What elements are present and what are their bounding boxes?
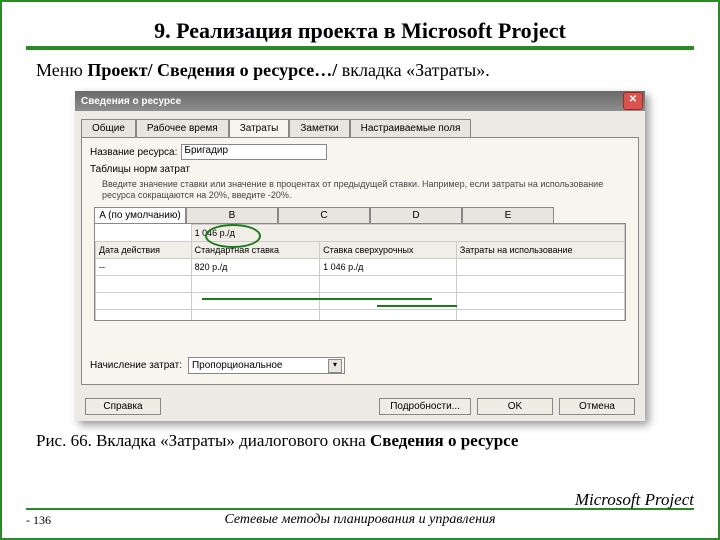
footer-center: Сетевые методы планирования и управления [224, 512, 495, 528]
slide-title: 9. Реализация проекта в Microsoft Projec… [26, 18, 694, 44]
cell[interactable] [320, 292, 457, 309]
rate-tabs: A (по умолчанию) B C D E [94, 207, 630, 223]
slide-subtitle: Меню Проект/ Сведения о ресурсе…/ вкладк… [36, 60, 694, 81]
rate-table[interactable]: 1 046 р./д Дата действия Стандартная ста… [94, 223, 626, 321]
pre-header-cell: 1 046 р./д [191, 224, 624, 241]
accrue-value: Пропорциональное [192, 360, 283, 371]
tab-costs[interactable]: Затраты [229, 119, 290, 137]
cell[interactable] [96, 275, 192, 292]
dialog-button-row: Справка Подробности... OK Отмена [75, 398, 645, 415]
resource-name-input[interactable]: Бригадир [181, 144, 327, 160]
subtitle-prefix: Меню [36, 60, 87, 80]
cell[interactable]: 1 046 р./д [320, 258, 457, 275]
tab-custom-fields[interactable]: Настраиваемые поля [350, 119, 472, 137]
cell[interactable] [191, 275, 320, 292]
cell[interactable]: 820 р./д [191, 258, 320, 275]
rate-tab-b[interactable]: B [186, 207, 278, 223]
cell[interactable] [456, 309, 624, 321]
figure-caption: Рис. 66. Вкладка «Затраты» диалогового о… [36, 431, 694, 451]
tab-general[interactable]: Общие [81, 119, 136, 137]
cell[interactable] [456, 258, 624, 275]
details-button[interactable]: Подробности... [379, 398, 471, 415]
resource-name-label: Название ресурса: [90, 147, 177, 158]
rate-tab-e[interactable]: E [462, 207, 554, 223]
resource-info-dialog: Сведения о ресурсе ✕ Общие Рабочее время… [75, 91, 645, 421]
tab-notes[interactable]: Заметки [289, 119, 349, 137]
cell[interactable] [456, 275, 624, 292]
col-ovt-rate[interactable]: Ставка сверхурочных [320, 241, 457, 258]
cell[interactable] [320, 275, 457, 292]
page-number: - 136 [26, 513, 51, 528]
subtitle-bold: Проект/ Сведения о ресурсе…/ [87, 60, 337, 80]
cancel-button[interactable]: Отмена [559, 398, 635, 415]
close-button[interactable]: ✕ [623, 92, 643, 110]
title-underline [26, 46, 694, 50]
rate-tab-a[interactable]: A (по умолчанию) [94, 207, 186, 223]
dialog-titlebar[interactable]: Сведения о ресурсе ✕ [75, 91, 645, 111]
subtitle-suffix: вкладка «Затраты». [337, 60, 489, 80]
cell[interactable] [456, 292, 624, 309]
rate-tab-d[interactable]: D [370, 207, 462, 223]
cell[interactable]: -- [96, 258, 192, 275]
caption-prefix: Рис. 66. Вкладка «Затраты» диалогового о… [36, 431, 370, 450]
dialog-title: Сведения о ресурсе [81, 96, 181, 107]
accrue-label: Начисление затрат: [90, 360, 182, 371]
cell[interactable] [96, 292, 192, 309]
rate-tab-c[interactable]: C [278, 207, 370, 223]
cell[interactable] [320, 309, 457, 321]
cell[interactable] [96, 309, 192, 321]
cell[interactable] [191, 292, 320, 309]
help-button[interactable]: Справка [85, 398, 161, 415]
caption-bold: Сведения о ресурсе [370, 431, 519, 450]
col-date[interactable]: Дата действия [96, 241, 192, 258]
col-per-use[interactable]: Затраты на использование [456, 241, 624, 258]
cell[interactable] [191, 309, 320, 321]
chevron-down-icon[interactable]: ▾ [328, 359, 342, 373]
slide-footer: - 136 Сетевые методы планирования и упра… [26, 508, 694, 528]
tab-working-time[interactable]: Рабочее время [136, 119, 229, 137]
col-std-rate[interactable]: Стандартная ставка [191, 241, 320, 258]
accrue-combo[interactable]: Пропорциональное ▾ [188, 357, 345, 374]
rate-hint: Введите значение ставки или значение в п… [102, 179, 630, 201]
ok-button[interactable]: OK [477, 398, 553, 415]
footer-brand: Microsoft Project [575, 490, 694, 510]
dialog-tabs: Общие Рабочее время Затраты Заметки Наст… [81, 119, 639, 137]
rate-tables-label: Таблицы норм затрат [90, 164, 630, 175]
costs-panel: Название ресурса: Бригадир Таблицы норм … [81, 137, 639, 385]
